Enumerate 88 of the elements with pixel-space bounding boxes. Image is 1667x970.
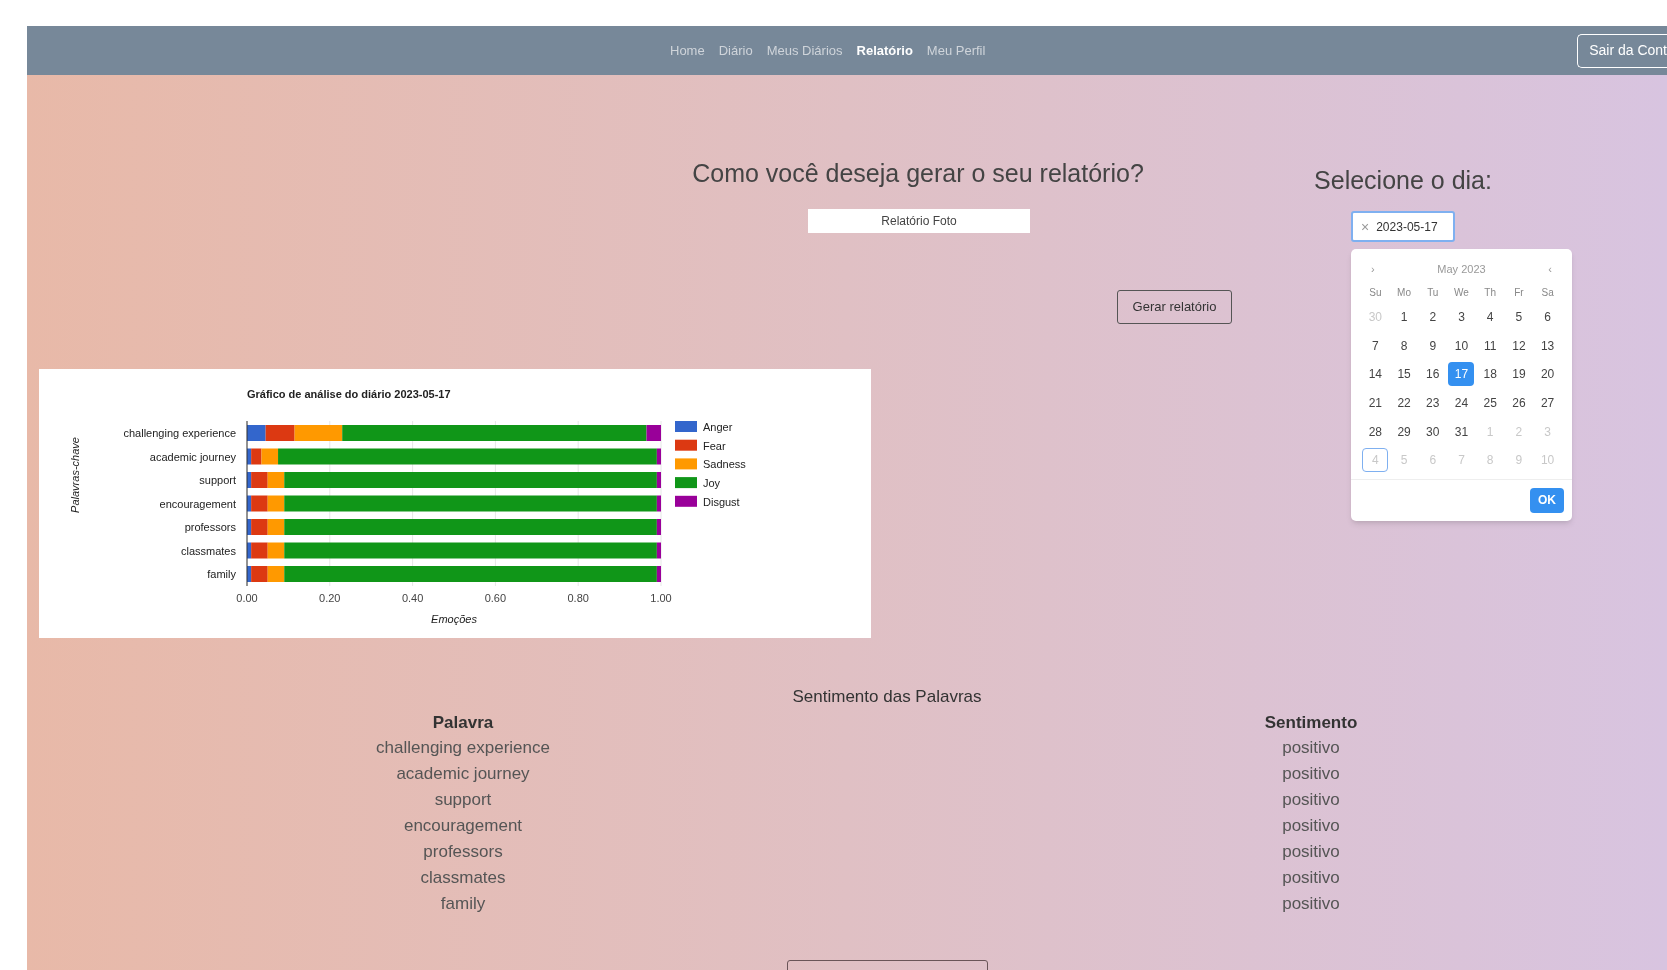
table-cell-text: positivo — [1282, 815, 1340, 837]
chart-title: Gráfico de análise do diário 2023-05-17 — [247, 388, 451, 400]
table-cell-text: positivo — [1282, 789, 1340, 811]
legend-swatch — [675, 495, 697, 507]
table-cell-text: encouragement — [403, 815, 523, 837]
date-value: 2023-05-17 — [1376, 218, 1438, 236]
calendar-day[interactable]: 23 — [1419, 391, 1446, 416]
calendar-day[interactable]: 28 — [1362, 419, 1389, 444]
table-cell-text: positivo — [1282, 737, 1340, 759]
weekday-label: Mo — [1396, 285, 1412, 300]
column-header: Palavra — [432, 712, 494, 734]
calendar-day[interactable]: 10 — [1448, 333, 1475, 358]
legend-swatch — [675, 477, 697, 489]
legend-swatch — [675, 421, 697, 432]
weekday-label: Th — [1483, 285, 1498, 300]
axis-title: Palavras-chave — [69, 437, 81, 513]
calendar-day[interactable]: 31 — [1448, 419, 1475, 444]
table-cell-text: support — [434, 789, 492, 811]
calendar-day[interactable]: 5 — [1505, 305, 1532, 330]
calendar-day[interactable]: 12 — [1505, 333, 1532, 358]
calendar-day[interactable]: 2 — [1419, 305, 1446, 330]
table-cell-text: professors — [423, 841, 503, 863]
calendar-day[interactable]: 3 — [1448, 305, 1475, 330]
table-cell-text: academic journey — [396, 763, 530, 785]
table-cell-text: challenging experience — [376, 737, 550, 759]
weekday-label: Fr — [1513, 285, 1525, 300]
category-label: classmates — [180, 544, 236, 557]
section-heading: Como você deseja gerar o seu relatório? — [691, 158, 1145, 189]
calendar-day[interactable]: 4 — [1477, 305, 1504, 330]
date-input[interactable]: × 2023-05-17 — [1351, 211, 1455, 242]
tick-label: 0.60 — [484, 592, 507, 604]
calendar-day[interactable]: 9 — [1419, 333, 1446, 358]
table-cell-text: family — [440, 893, 486, 915]
weekday-label: Tu — [1426, 285, 1440, 300]
nav-link[interactable]: Relatório — [856, 40, 913, 61]
legend-label: Joy — [703, 477, 721, 490]
legend-label: Disgust — [703, 495, 740, 508]
calendar-day[interactable]: 7 — [1362, 333, 1389, 358]
legend-label: Sadness — [703, 458, 746, 471]
category-label: challenging experience — [123, 427, 236, 439]
weekday-label: Sa — [1540, 285, 1555, 300]
calendar-day[interactable]: 15 — [1391, 362, 1418, 387]
calendar-day[interactable]: 21 — [1362, 391, 1389, 416]
report-type-select[interactable]: Relatório Foto — [808, 209, 1030, 233]
tick-label: 0.40 — [401, 592, 424, 604]
calendar-day[interactable]: 1 — [1391, 305, 1418, 330]
calendar-day[interactable]: 14 — [1362, 362, 1389, 387]
calendar-day[interactable]: 30 — [1419, 419, 1446, 444]
generate-report-button[interactable]: Gerar relatório — [1117, 290, 1232, 324]
calendar-day[interactable]: 22 — [1391, 391, 1418, 416]
logout-button[interactable]: Sair da Cont — [1577, 33, 1667, 68]
table-cell-text: classmates — [420, 867, 506, 889]
calendar-day[interactable]: 13 — [1534, 333, 1561, 358]
calendar-day[interactable]: 27 — [1534, 391, 1561, 416]
category-label: encouragement — [159, 497, 236, 510]
section-heading: Selecione o dia: — [1313, 165, 1493, 196]
category-label: support — [199, 474, 236, 486]
tick-label: 0.00 — [236, 592, 258, 604]
calendar-day[interactable]: 26 — [1505, 391, 1532, 416]
category-label: professors — [184, 521, 236, 533]
category-label: family — [207, 568, 236, 580]
column-header: Sentimento — [1264, 712, 1358, 734]
weekday-label: We — [1453, 285, 1470, 300]
calendar-day[interactable]: 20 — [1534, 362, 1561, 387]
weekday-label: Su — [1368, 285, 1383, 300]
legend-swatch — [675, 458, 697, 470]
calendar-day[interactable]: 19 — [1505, 362, 1532, 387]
table-title: Sentimento das Palavras — [791, 686, 983, 708]
legend-label: Fear — [703, 439, 726, 452]
table-cell-text: positivo — [1282, 893, 1340, 915]
table-cell-text: positivo — [1282, 841, 1340, 863]
axis-title: Emoções — [431, 613, 477, 625]
legend-swatch — [675, 439, 697, 451]
calendar-day[interactable]: 25 — [1477, 391, 1504, 416]
calendar-day[interactable]: 24 — [1448, 391, 1475, 416]
tick-label: 0.80 — [567, 592, 589, 604]
tick-label: 0.20 — [319, 592, 341, 604]
table-cell-text: positivo — [1282, 763, 1340, 785]
calendar-day[interactable]: 8 — [1391, 333, 1418, 358]
calendar-day[interactable]: 6 — [1534, 305, 1561, 330]
category-label: academic journey — [149, 450, 236, 463]
calendar-day[interactable]: 11 — [1477, 333, 1504, 358]
calendar-day[interactable]: 16 — [1419, 362, 1446, 387]
tick-label: 1.00 — [650, 592, 672, 604]
calendar-day[interactable]: 18 — [1477, 362, 1504, 387]
table-cell-text: positivo — [1282, 867, 1340, 889]
calendar-day[interactable]: 29 — [1391, 419, 1418, 444]
legend-label: Anger — [703, 421, 733, 433]
